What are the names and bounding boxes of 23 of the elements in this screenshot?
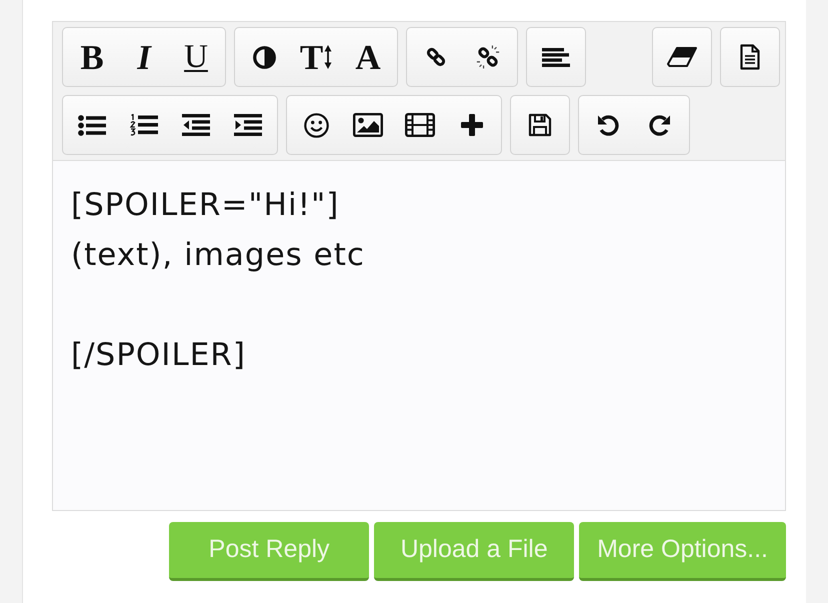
eraser-icon xyxy=(667,47,697,67)
indent-icon xyxy=(234,114,262,136)
up-down-arrow-icon xyxy=(324,45,332,69)
undo-arrow-icon xyxy=(596,113,620,137)
image-icon xyxy=(353,113,383,137)
underline-button[interactable]: U xyxy=(170,31,222,83)
font-button[interactable]: A xyxy=(342,31,394,83)
chain-link-icon xyxy=(424,45,448,69)
redo-arrow-icon xyxy=(648,113,672,137)
document-icon xyxy=(740,44,760,70)
editor-field[interactable]: [SPOILER="Hi!"] (text), images etc [/SPOILER] xyxy=(52,161,786,511)
half-filled-circle-icon xyxy=(252,46,276,68)
film-strip-icon xyxy=(405,113,435,137)
plus-icon xyxy=(461,114,483,136)
italic-button[interactable]: I xyxy=(118,31,170,83)
smiley-icon xyxy=(304,112,328,138)
align-left-icon xyxy=(542,48,570,66)
outdent-icon xyxy=(182,114,210,136)
bulleted-list-icon xyxy=(78,114,106,136)
broken-chain-icon xyxy=(476,45,500,69)
numbered-list-icon xyxy=(130,114,158,136)
bold-button[interactable]: B xyxy=(66,31,118,83)
text-size-button[interactable]: T xyxy=(290,31,342,83)
